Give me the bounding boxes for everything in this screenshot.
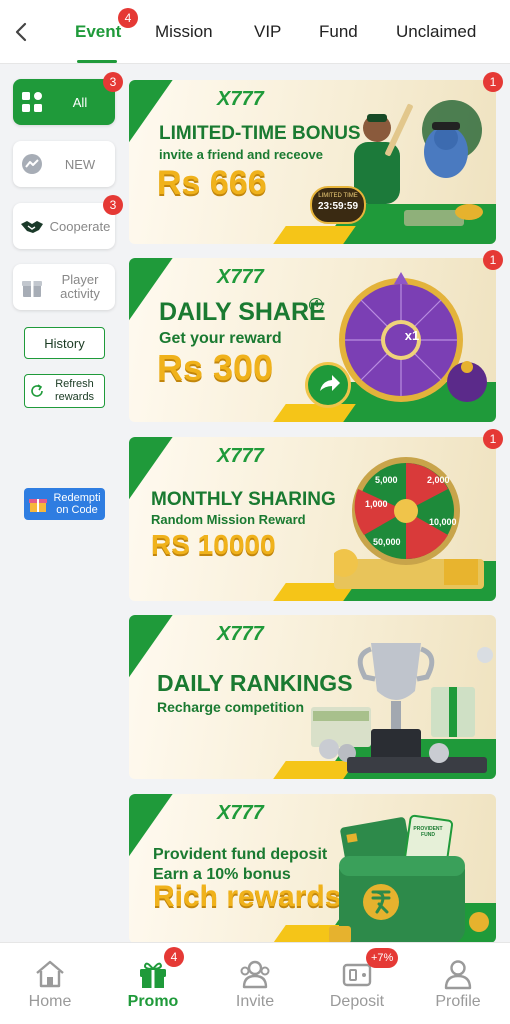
sidebar-item-label: Player activity	[60, 272, 100, 301]
grid-icon	[22, 92, 42, 112]
banner-monthly-sharing[interactable]: X777 MONTHLY SHARING Random Mission Rewa…	[129, 437, 496, 601]
sidebar-item-label: All	[72, 94, 88, 110]
sidebar-cooperate-badge: 3	[103, 195, 123, 215]
tab-event[interactable]: Event	[75, 22, 121, 42]
sidebar-item-all[interactable]: All	[13, 79, 115, 125]
tab-fund[interactable]: Fund	[319, 22, 358, 42]
top-nav: Event 4 Mission VIP Fund Unclaimed	[0, 0, 510, 64]
title-mark: 4	[309, 298, 323, 312]
share-arrow-icon	[320, 375, 340, 391]
banner-subtitle: invite a friend and receove	[159, 147, 324, 162]
x777-logo: X777	[217, 88, 264, 110]
sidebar-item-player-activity[interactable]: Player activity	[13, 264, 115, 310]
sidebar-item-label: NEW	[64, 156, 96, 172]
gift-box-icon	[29, 499, 47, 512]
x777-logo: X777	[217, 623, 264, 645]
history-button[interactable]: History	[24, 327, 105, 359]
refresh-rewards-button[interactable]: Refresh rewards	[24, 374, 105, 408]
money-wheel-illustration	[334, 457, 484, 589]
redemption-code-label: Redempti on Code	[53, 492, 101, 516]
wheel-value: 1,000	[365, 499, 388, 509]
banner-daily-share[interactable]: X777 DAILY SHARE 4 Get your reward Rs 30…	[129, 258, 496, 422]
banner-title: Provident fund deposit	[153, 846, 328, 863]
banner-title: LIMITED-TIME BONUS	[159, 123, 361, 144]
promo-badge: 4	[164, 947, 184, 967]
banner-badge: 1	[483, 429, 503, 449]
wheel-label: x1	[404, 328, 420, 343]
promo-screen: Event 4 Mission VIP Fund Unclaimed All 3…	[0, 0, 510, 1024]
banner-badge: 1	[483, 250, 503, 270]
redemption-code-button[interactable]: Redempti on Code	[24, 488, 105, 520]
wheel-value: 50,000	[373, 537, 401, 547]
deposit-bonus-badge: +7%	[366, 948, 399, 968]
sidebar-item-label: Cooperate	[49, 218, 111, 234]
tab-event-badge: 4	[118, 8, 138, 28]
banner-provident-fund[interactable]: X777 Provident fund deposit Earn a 10% b…	[129, 794, 496, 943]
share-arrow-button[interactable]	[305, 362, 351, 408]
bottom-nav-label: Home	[28, 993, 72, 1010]
gift-icon	[22, 281, 42, 297]
banner-amount: Rich rewards	[153, 880, 342, 913]
tab-unclaimed[interactable]: Unclaimed	[396, 22, 476, 42]
refresh-rewards-label: Refresh rewards	[54, 378, 95, 403]
banner-limited-time-bonus[interactable]: X777 LIMITED-TIME BONUS invite a friend …	[129, 80, 496, 244]
sidebar-all-badge: 3	[103, 72, 123, 92]
bottom-nav-invite[interactable]: Invite	[210, 957, 300, 1011]
bottom-nav-home[interactable]: Home	[5, 957, 95, 1011]
x777-logo: X777	[217, 445, 264, 467]
x777-logo: X777	[217, 802, 264, 824]
banner-amount: Rs 300	[157, 347, 274, 388]
banner-title: MONTHLY SHARING	[151, 489, 336, 510]
profile-icon	[444, 960, 472, 990]
sidebar-item-cooperate[interactable]: Cooperate	[13, 203, 115, 249]
sidebar-item-new[interactable]: NEW	[13, 141, 115, 187]
bottom-nav-label: Deposit	[329, 993, 385, 1010]
banner-daily-rankings[interactable]: X777 DAILY RANKINGS Recharge competition	[129, 615, 496, 779]
banner-subtitle: Random Mission Reward	[151, 512, 306, 527]
banner-subtitle: Recharge competition	[157, 699, 305, 715]
bottom-nav-label: Profile	[435, 993, 481, 1010]
bottom-nav: Home Promo 4 Invite Deposit +7% Profile	[0, 942, 510, 1024]
banner-badge: 1	[483, 72, 503, 92]
handshake-icon	[21, 221, 43, 233]
home-icon	[36, 960, 64, 988]
tab-vip[interactable]: VIP	[254, 22, 281, 42]
x777-logo: X777	[217, 266, 264, 288]
people-icon	[240, 960, 270, 989]
bottom-nav-label: Invite	[235, 993, 275, 1010]
card-label: PROVIDENT FUND	[413, 826, 443, 838]
banner-amount: Rs 666	[157, 164, 267, 202]
banner-title: DAILY SHARE	[159, 298, 326, 326]
tab-mission[interactable]: Mission	[155, 22, 213, 42]
messenger-icon	[22, 154, 42, 174]
bottom-nav-profile[interactable]: Profile	[413, 957, 503, 1011]
trophy-illustration	[311, 643, 493, 773]
banner-amount: RS 10000	[151, 529, 276, 560]
wheel-value: 10,000	[429, 517, 457, 527]
wallet-illustration	[329, 814, 489, 943]
countdown-timer: LIMITED TIME 23:59:59	[310, 186, 366, 224]
bottom-nav-label: Promo	[127, 993, 179, 1010]
banner-subtitle: Get your reward	[159, 330, 282, 347]
refresh-icon	[31, 384, 43, 397]
wheel-value: 5,000	[375, 475, 398, 485]
back-arrow-icon[interactable]	[10, 20, 34, 44]
bottom-nav-promo[interactable]: Promo	[108, 957, 198, 1011]
active-tab-indicator	[77, 60, 117, 63]
wheel-value: 2,000	[427, 475, 450, 485]
